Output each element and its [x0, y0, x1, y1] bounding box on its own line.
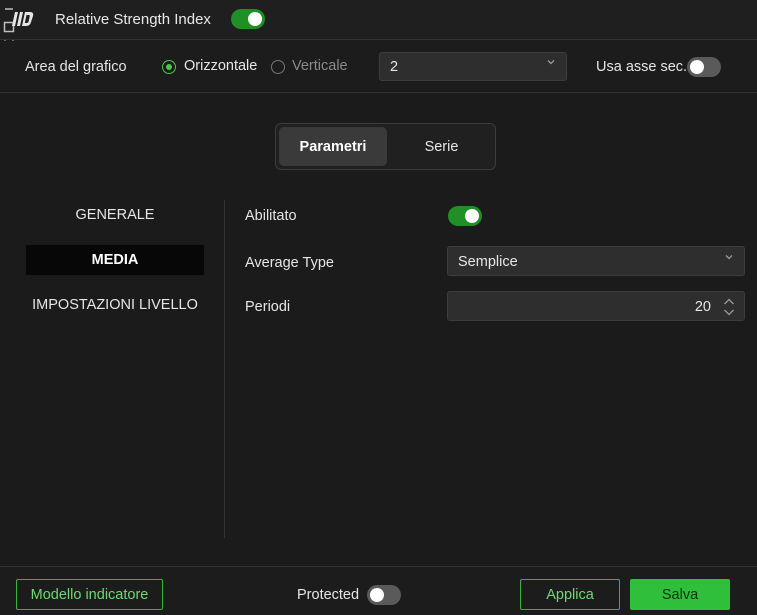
pane-select[interactable]: 2 — [379, 52, 567, 81]
title-bar: Relative Strength Index — [0, 0, 757, 51]
app-logo-icon — [12, 12, 34, 26]
tab-parametri[interactable]: Parametri — [279, 127, 387, 166]
protected-toggle[interactable] — [367, 585, 401, 605]
chart-area-row: Area del grafico Orizzontale Verticale 2… — [0, 41, 757, 93]
nav-item-generale[interactable]: GENERALE — [26, 200, 204, 230]
apply-button[interactable]: Applica — [520, 579, 620, 610]
tab-switcher: Parametri Serie — [275, 123, 496, 170]
nav-item-impostazioni-livello[interactable]: IMPOSTAZIONI LIVELLO — [26, 290, 204, 320]
chevron-down-icon — [546, 57, 556, 70]
enabled-label: Abilitato — [245, 208, 297, 224]
average-type-value: Semplice — [458, 254, 518, 270]
chart-area-label: Area del grafico — [25, 59, 127, 75]
secondary-axis-toggle[interactable] — [687, 57, 721, 77]
nav-item-media[interactable]: MEDIA — [26, 245, 204, 275]
average-type-label: Average Type — [245, 255, 334, 271]
periods-stepper[interactable]: 20 — [447, 291, 745, 321]
window-title: Relative Strength Index — [55, 11, 211, 28]
save-button[interactable]: Salva — [630, 579, 730, 610]
radio-horizontal-label[interactable]: Orizzontale — [184, 58, 257, 74]
indicator-enabled-toggle[interactable] — [231, 9, 265, 29]
protected-label: Protected — [297, 587, 360, 603]
footer-bar: Modello indicatore Protected Applica Sal… — [0, 566, 757, 615]
chevron-down-icon — [724, 252, 734, 265]
stepper-arrows-icon[interactable] — [722, 296, 736, 318]
enabled-toggle[interactable] — [448, 206, 482, 226]
secondary-axis-label: Usa asse sec. — [596, 59, 688, 75]
tab-serie[interactable]: Serie — [389, 127, 494, 166]
periods-label: Periodi — [245, 299, 291, 315]
nav-divider — [224, 200, 225, 538]
radio-horizontal[interactable] — [162, 60, 176, 74]
radio-vertical-label[interactable]: Verticale — [292, 58, 348, 74]
average-type-select[interactable]: Semplice — [447, 246, 745, 276]
pane-select-value: 2 — [390, 59, 399, 75]
periods-value: 20 — [694, 299, 711, 315]
indicator-template-button[interactable]: Modello indicatore — [16, 579, 163, 610]
radio-vertical[interactable] — [271, 60, 285, 74]
